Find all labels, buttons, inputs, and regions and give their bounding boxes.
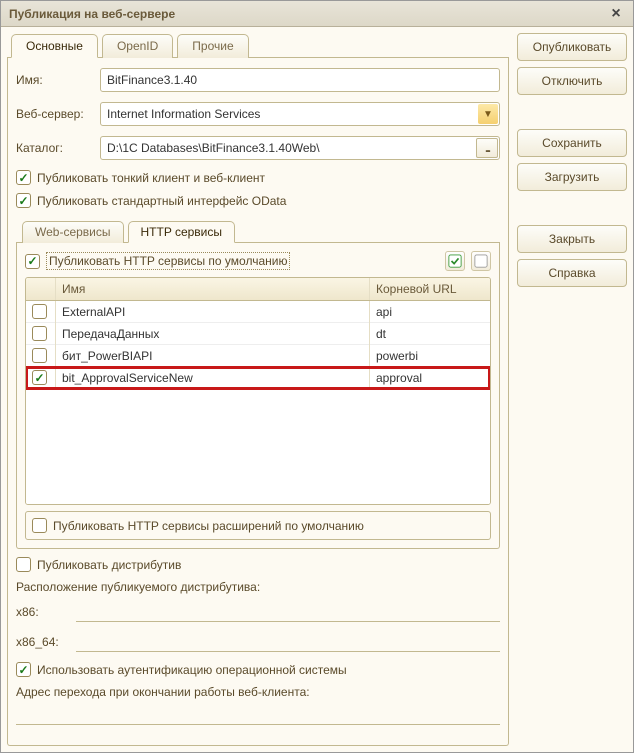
http-services-body: Публиковать HTTP сервисы по умолчанию (16, 243, 500, 549)
check-all-icon[interactable] (445, 251, 465, 271)
row-checkbox[interactable] (32, 304, 47, 319)
x86-64-input[interactable] (76, 632, 500, 652)
col-url-header: Корневой URL (370, 278, 490, 300)
row-name: ExternalAPI (56, 301, 370, 323)
chevron-down-icon[interactable]: ▼ (478, 104, 498, 124)
os-auth-checkbox[interactable] (16, 662, 31, 677)
left-panel: Основные OpenID Прочие Имя: Веб-сервер: … (7, 33, 509, 746)
window-title: Публикация на веб-сервере (9, 7, 175, 21)
tab-main[interactable]: Основные (11, 34, 98, 58)
close-icon[interactable]: × (607, 5, 625, 23)
thin-client-label: Публиковать тонкий клиент и веб-клиент (37, 171, 265, 185)
publish-http-default-checkbox[interactable] (25, 254, 40, 269)
publish-ext-label: Публиковать HTTP сервисы расширений по у… (53, 519, 364, 533)
publish-ext-row: Публиковать HTTP сервисы расширений по у… (25, 511, 491, 540)
load-button[interactable]: Загрузить (517, 163, 627, 191)
browse-button[interactable]: ... (476, 138, 498, 158)
tab-main-body: Имя: Веб-сервер: ▼ Каталог: ... (7, 58, 509, 746)
odata-row: Публиковать стандартный интерфейс OData (16, 193, 500, 208)
dialog-body: Основные OpenID Прочие Имя: Веб-сервер: … (1, 27, 633, 752)
http-services-table: Имя Корневой URL ExternalAPI api (25, 277, 491, 505)
col-check-header (26, 278, 56, 300)
row-url: approval (370, 367, 490, 389)
row-name: бит_PowerBIAPI (56, 345, 370, 367)
webserver-label: Веб-сервер: (16, 107, 94, 121)
table-header: Имя Корневой URL (26, 278, 490, 301)
thin-client-row: Публиковать тонкий клиент и веб-клиент (16, 170, 500, 185)
tab-other[interactable]: Прочие (177, 34, 248, 58)
thin-client-checkbox[interactable] (16, 170, 31, 185)
odata-checkbox[interactable] (16, 193, 31, 208)
x86-64-label: x86_64: (16, 635, 70, 649)
row-url: dt (370, 323, 490, 345)
odata-label: Публиковать стандартный интерфейс OData (37, 194, 286, 208)
name-label: Имя: (16, 73, 94, 87)
redirect-label: Адрес перехода при окончании работы веб-… (16, 685, 500, 699)
publish-ext-checkbox[interactable] (32, 518, 47, 533)
services-tabs: Web-сервисы HTTP сервисы (16, 220, 500, 243)
row-checkbox[interactable] (32, 370, 47, 385)
row-url: powerbi (370, 345, 490, 367)
row-name: bit_ApprovalServiceNew (56, 367, 370, 389)
table-row[interactable]: бит_PowerBIAPI powerbi (26, 345, 490, 367)
dist-location-label: Расположение публикуемого дистрибутива: (16, 580, 500, 594)
disconnect-button[interactable]: Отключить (517, 67, 627, 95)
row-url: api (370, 301, 490, 323)
publish-dist-checkbox[interactable] (16, 557, 31, 572)
webserver-select[interactable] (100, 102, 500, 126)
table-row[interactable]: ПередачаДанных dt (26, 323, 490, 345)
publish-http-default-label: Публиковать HTTP сервисы по умолчанию (46, 252, 290, 270)
catalog-label: Каталог: (16, 141, 94, 155)
publish-button[interactable]: Опубликовать (517, 33, 627, 61)
catalog-input[interactable] (100, 136, 500, 160)
tab-openid[interactable]: OpenID (102, 34, 173, 58)
publish-dist-label: Публиковать дистрибутив (37, 558, 181, 572)
tab-web-services[interactable]: Web-сервисы (22, 221, 124, 243)
tab-http-services[interactable]: HTTP сервисы (128, 221, 236, 243)
right-panel: Опубликовать Отключить Сохранить Загрузи… (517, 33, 627, 746)
col-name-header: Имя (56, 278, 370, 300)
x86-input[interactable] (76, 602, 500, 622)
name-input[interactable] (100, 68, 500, 92)
x86-label: x86: (16, 605, 70, 619)
table-row[interactable]: ExternalAPI api (26, 301, 490, 323)
save-button[interactable]: Сохранить (517, 129, 627, 157)
titlebar: Публикация на веб-сервере × (1, 1, 633, 27)
main-tabs: Основные OpenID Прочие (7, 33, 509, 58)
redirect-input[interactable] (16, 705, 500, 725)
row-checkbox[interactable] (32, 326, 47, 341)
os-auth-label: Использовать аутентификацию операционной… (37, 663, 347, 677)
close-button[interactable]: Закрыть (517, 225, 627, 253)
uncheck-all-icon[interactable] (471, 251, 491, 271)
dialog-window: Публикация на веб-сервере × Основные Ope… (0, 0, 634, 753)
help-button[interactable]: Справка (517, 259, 627, 287)
table-body: ExternalAPI api ПередачаДанных dt бит_Po… (26, 301, 490, 504)
table-row-highlighted[interactable]: bit_ApprovalServiceNew approval (26, 367, 490, 389)
row-checkbox[interactable] (32, 348, 47, 363)
row-name: ПередачаДанных (56, 323, 370, 345)
